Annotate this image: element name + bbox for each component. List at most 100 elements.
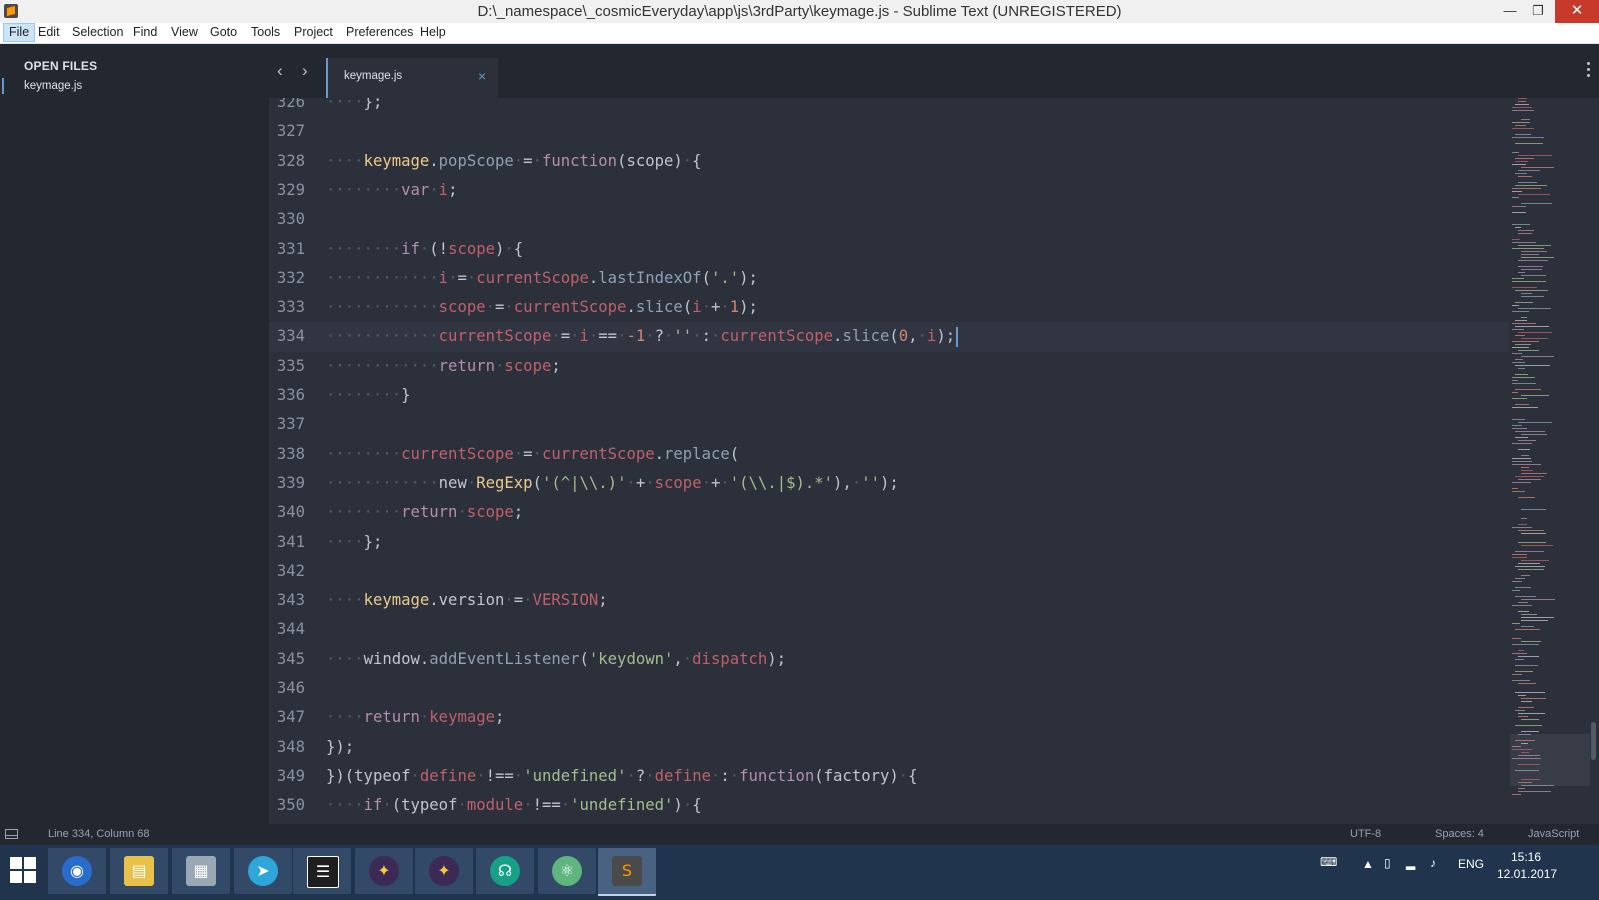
minimap-line <box>1512 362 1525 363</box>
indentation-indicator[interactable]: Spaces: 4 <box>1435 828 1484 840</box>
menu-find[interactable]: Find <box>128 23 162 42</box>
signal-icon[interactable]: ▂ <box>1406 856 1415 870</box>
code-line[interactable]: 335 ············return·scope; <box>269 352 1509 381</box>
gitkraken-icon[interactable]: ☊ <box>476 848 534 894</box>
minimap-line <box>1515 404 1529 405</box>
code-line[interactable]: 327 <box>269 117 1509 146</box>
tab-close-icon[interactable]: × <box>478 68 486 84</box>
sparkle-app-2-icon[interactable]: ✦ <box>415 848 473 894</box>
minimap-line <box>1512 419 1525 420</box>
minimap-line <box>1518 332 1552 333</box>
task-manager-icon[interactable]: ▦ <box>172 848 230 894</box>
code-line[interactable]: 344 <box>269 615 1509 644</box>
syntax-indicator[interactable]: JavaScript <box>1528 828 1579 840</box>
title-bar: D:\_namespace\_cosmicEveryday\app\js\3rd… <box>0 0 1599 24</box>
clock-date[interactable]: 12.01.2017 <box>1497 867 1557 881</box>
language-indicator[interactable]: ENG <box>1458 857 1484 871</box>
menu-selection[interactable]: Selection <box>67 23 128 42</box>
line-code: ············scope·=·currentScope.slice(i… <box>326 298 758 317</box>
close-button[interactable]: ✕ <box>1555 0 1599 23</box>
minimap-line <box>1512 674 1522 675</box>
back-arrow-icon[interactable]: ‹ <box>277 61 283 81</box>
volume-icon[interactable]: ♪ <box>1430 856 1436 870</box>
code-line[interactable]: 343 ····keymage.version·=·VERSION; <box>269 586 1509 615</box>
tray-expand-icon[interactable]: ▲ <box>1362 857 1374 871</box>
maximize-button[interactable]: ❐ <box>1516 0 1560 23</box>
code-line[interactable]: 336 ········} <box>269 381 1509 410</box>
forward-arrow-icon[interactable]: › <box>302 61 308 81</box>
minimap-line <box>1521 473 1547 474</box>
line-number: 328 <box>276 151 305 170</box>
more-options-icon[interactable] <box>1587 62 1591 80</box>
code-line[interactable]: 328 ····keymage.popScope·=·function(scope… <box>269 147 1509 176</box>
minimap-line <box>1512 137 1544 138</box>
file-explorer-icon[interactable]: ▤ <box>110 848 168 894</box>
sparkle-app-icon[interactable]: ✦ <box>355 848 413 894</box>
sublime-text-taskbar-icon[interactable]: S <box>598 848 656 896</box>
code-line[interactable]: 332 ············i·=·currentScope.lastInde… <box>269 264 1509 293</box>
minimap-line <box>1521 731 1539 732</box>
minimap-line <box>1518 569 1544 570</box>
code-line[interactable]: 346 <box>269 674 1509 703</box>
telegram-icon[interactable]: ➤ <box>234 848 292 894</box>
code-line[interactable]: 342 <box>269 557 1509 586</box>
code-line[interactable]: 339 ············new·RegExp('(^|\\.)'·+·sc… <box>269 469 1509 498</box>
line-code: ····keymage.version·=·VERSION; <box>326 591 608 610</box>
minimap-line <box>1518 101 1526 102</box>
minimap-line <box>1512 623 1520 624</box>
code-line[interactable]: 337 <box>269 410 1509 439</box>
minimap[interactable] <box>1510 98 1592 803</box>
atom-icon[interactable]: ⚛ <box>538 848 596 894</box>
code-line[interactable]: 348}); <box>269 733 1509 762</box>
menu-edit[interactable]: Edit <box>33 23 65 42</box>
line-code: ········} <box>326 386 411 404</box>
windows-start-icon[interactable] <box>10 857 38 885</box>
code-line[interactable]: 326 ····}; <box>269 98 1509 117</box>
minimap-line <box>1521 743 1528 744</box>
menu-tools[interactable]: Tools <box>246 23 285 42</box>
menu-help[interactable]: Help <box>415 23 451 42</box>
line-code: ····if·(typeof·module·!==·'undefined')·{ <box>326 796 702 815</box>
minimap-line <box>1512 461 1532 462</box>
code-line[interactable]: 334 ············currentScope·=·i·==·-1·?·… <box>269 322 1509 352</box>
minimap-line <box>1512 305 1519 306</box>
menu-file[interactable]: File <box>3 23 36 42</box>
code-line[interactable]: 347 ····return·keymage; <box>269 703 1509 732</box>
code-line[interactable]: 349})(typeof·define·!==·'undefined'·?·de… <box>269 762 1509 791</box>
tab-keymage[interactable]: keymage.js × <box>326 58 498 98</box>
firefox-icon[interactable]: ◉ <box>48 848 106 894</box>
terminal-icon[interactable]: ☰ <box>293 848 351 894</box>
code-line[interactable]: 341 ····}; <box>269 528 1509 557</box>
line-code: ········return·scope; <box>326 503 524 522</box>
minimap-line <box>1512 239 1520 240</box>
minimap-line <box>1515 578 1525 579</box>
active-file-marker <box>2 78 4 94</box>
sidebar-file-keymage[interactable]: keymage.js <box>24 80 82 92</box>
scrollbar-thumb[interactable] <box>1591 722 1596 760</box>
code-line[interactable]: 329 ········var·i; <box>269 176 1509 205</box>
encoding-indicator[interactable]: UTF-8 <box>1350 828 1381 840</box>
panel-toggle-icon[interactable] <box>5 829 18 839</box>
code-line[interactable]: 340 ········return·scope; <box>269 498 1509 527</box>
menu-project[interactable]: Project <box>289 23 338 42</box>
menu-preferences[interactable]: Preferences <box>341 23 418 42</box>
minimap-line <box>1512 488 1518 489</box>
clock-time[interactable]: 15:16 <box>1511 850 1541 864</box>
code-line[interactable]: 345 ····window.addEventListener('keydown'… <box>269 645 1509 674</box>
minimap-line <box>1521 338 1548 339</box>
code-line[interactable]: 350 ····if·(typeof·module·!==·'undefined'… <box>269 791 1509 820</box>
line-number: 333 <box>276 298 305 317</box>
code-line[interactable]: 331 ········if·(!scope)·{ <box>269 235 1509 264</box>
minimap-line <box>1512 746 1521 747</box>
minimap-line <box>1521 620 1548 621</box>
code-line[interactable]: 333 ············scope·=·currentScope.slic… <box>269 293 1509 322</box>
minimap-line <box>1512 392 1518 393</box>
keyboard-icon[interactable]: ⌨ <box>1320 855 1337 869</box>
menu-goto[interactable]: Goto <box>205 23 242 42</box>
minimap-line <box>1512 311 1529 312</box>
code-line[interactable]: 330 <box>269 205 1509 234</box>
menu-view[interactable]: View <box>166 23 203 42</box>
code-editor[interactable]: 326 ····}; 327 328 ····keymage.popScope·=·fu… <box>269 98 1599 824</box>
code-line[interactable]: 338 ········currentScope·=·currentScope.r… <box>269 440 1509 469</box>
battery-icon[interactable]: ▯ <box>1384 856 1391 870</box>
